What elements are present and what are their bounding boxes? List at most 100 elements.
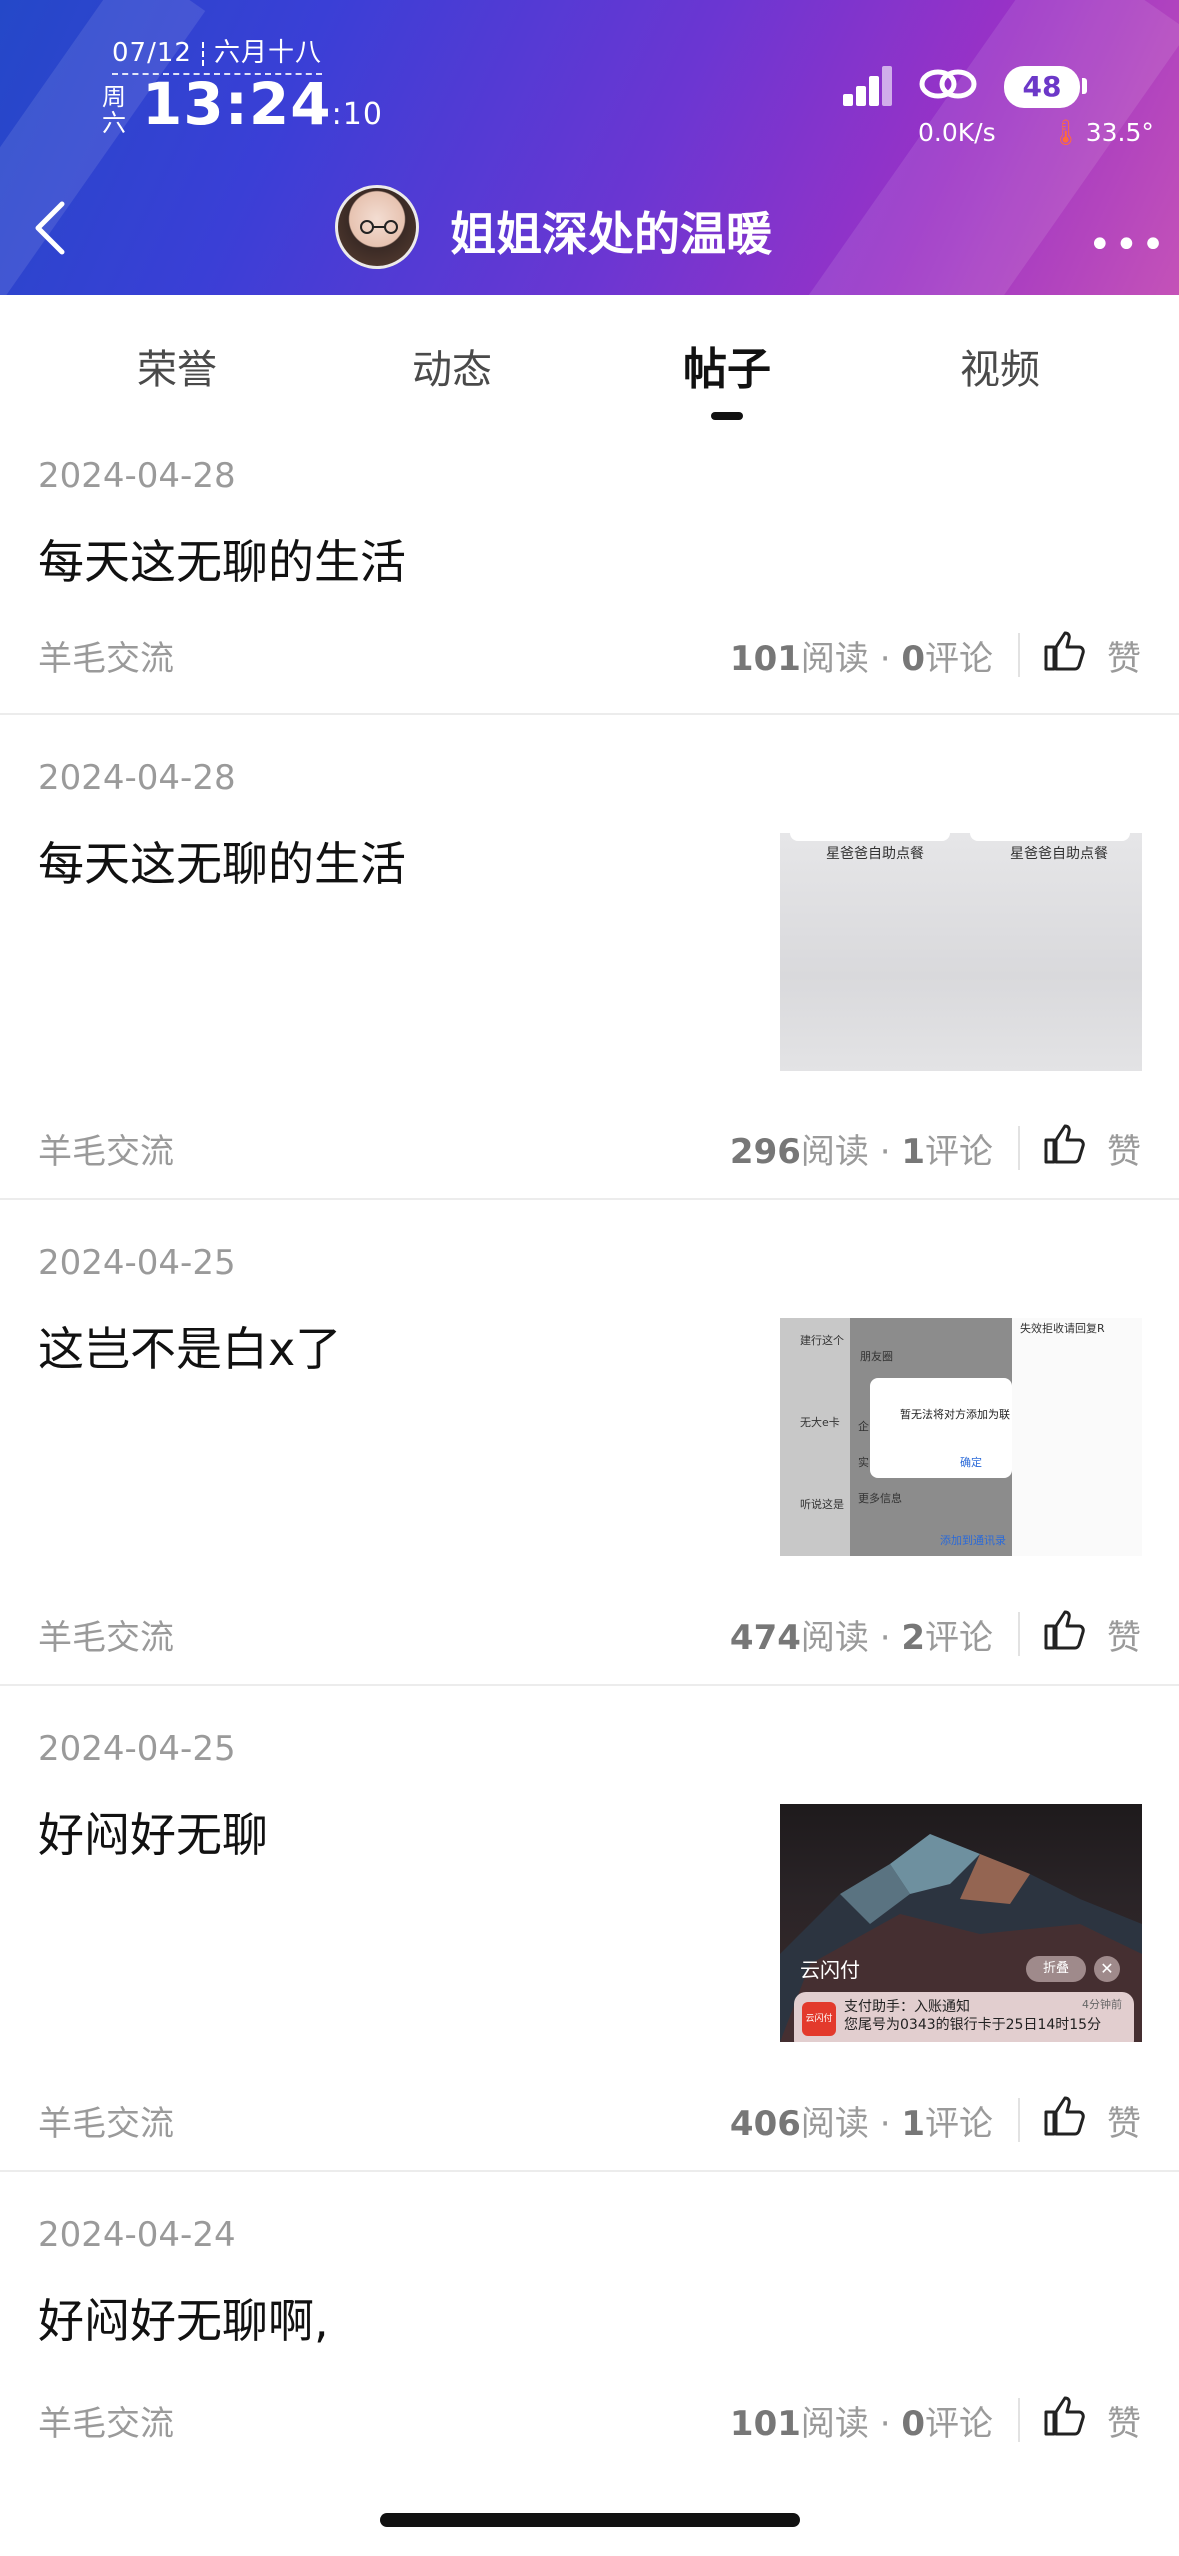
divider — [1018, 633, 1020, 677]
thumb-app-logo: 云闪付 — [802, 2002, 836, 2036]
comment-label: 评论 — [925, 2404, 993, 2444]
thermometer-icon: 🌡 — [1050, 118, 1082, 147]
thumb-card — [970, 833, 1130, 841]
like-button-label[interactable]: 赞 — [1107, 1124, 1141, 1173]
thumbs-up-icon[interactable] — [1042, 2094, 1086, 2138]
divider — [1018, 1612, 1020, 1656]
read-count: 406 — [729, 2104, 801, 2144]
post-title[interactable]: 好闷好无聊啊, — [38, 2285, 329, 2351]
divider — [1018, 1126, 1020, 1170]
post-date: 2024-04-25 — [38, 1729, 236, 1769]
hotspot-link-icon — [919, 69, 977, 99]
post-title[interactable]: 好闷好无聊 — [38, 1799, 268, 1865]
avatar[interactable] — [335, 185, 419, 269]
post-stats: 101阅读 · 0评论 — [730, 2396, 993, 2445]
thumb-notif-time: 4分钟前 — [1082, 1998, 1122, 2011]
clock-time: 13:24 — [142, 70, 332, 138]
comment-count: 2 — [901, 1618, 925, 1658]
status-date: 07/12 六月十八 — [112, 32, 322, 75]
thumbs-up-icon[interactable] — [1042, 629, 1086, 673]
like-button-label[interactable]: 赞 — [1107, 1610, 1141, 1659]
tab-videos[interactable]: 视频 — [960, 337, 1040, 395]
read-label: 阅读 · — [800, 2404, 902, 2444]
read-label: 阅读 · — [800, 1618, 902, 1658]
post-category[interactable]: 羊毛交流 — [38, 2096, 174, 2145]
thumb-fold-pill: 折叠 — [1026, 1956, 1086, 1982]
like-button-label[interactable]: 赞 — [1107, 631, 1141, 680]
post-thumbnail[interactable]: 星爸爸自助点餐 星爸爸自助点餐 — [780, 833, 1142, 1071]
thumb-notif-body: 您尾号为0343的银行卡于25日14时15分 — [844, 2017, 1102, 2033]
read-label: 阅读 · — [800, 639, 902, 679]
post-thumbnail[interactable]: 建行这个 朋友圈 无大e卡 企 实 更多信息 听说这是 添加到通讯录 暂无法将对… — [780, 1318, 1142, 1556]
post-footer: 羊毛交流 296阅读 · 1评论 赞 — [0, 1116, 1179, 1176]
post-item[interactable]: 2024-04-25 好闷好无聊 云闪付 折叠 ✕ 云闪付 支付助手：入账通知 … — [0, 1684, 1179, 2172]
comment-label: 评论 — [925, 2104, 993, 2144]
thumbs-up-icon[interactable] — [1042, 1122, 1086, 1166]
post-title[interactable]: 每天这无聊的生活 — [38, 828, 406, 894]
post-category[interactable]: 羊毛交流 — [38, 1124, 174, 1173]
post-stats: 296阅读 · 1评论 — [730, 1124, 993, 1173]
net-speed: 0.0K/s — [918, 118, 996, 147]
thumb-dialog-text: 暂无法将对方添加为联 — [900, 1408, 1010, 1421]
comment-count: 0 — [901, 2404, 925, 2444]
post-footer: 羊毛交流 406阅读 · 1评论 赞 — [0, 2088, 1179, 2148]
read-count: 474 — [729, 1618, 801, 1658]
date-text: 07/12 — [112, 38, 192, 68]
post-footer: 羊毛交流 101阅读 · 0评论 赞 — [0, 623, 1179, 683]
thumb-text: 更多信息 — [858, 1492, 902, 1505]
temperature-value: 33.5° — [1085, 118, 1154, 147]
like-button-label[interactable]: 赞 — [1107, 2096, 1141, 2145]
comment-label: 评论 — [925, 639, 993, 679]
thumb-text: 星爸爸自助点餐 — [826, 846, 924, 862]
tab-feed[interactable]: 动态 — [412, 337, 492, 395]
post-footer: 羊毛交流 101阅读 · 0评论 赞 — [0, 2388, 1179, 2448]
like-button-label[interactable]: 赞 — [1107, 2396, 1141, 2445]
read-label: 阅读 · — [800, 1132, 902, 1172]
thumb-panel — [780, 1318, 850, 1556]
weekday-text: 周六 — [102, 83, 126, 137]
post-stats: 474阅读 · 2评论 — [730, 1610, 993, 1659]
thumb-dialog-confirm: 确定 — [960, 1456, 982, 1469]
thumb-notification: 云闪付 支付助手：入账通知 您尾号为0343的银行卡于25日14时15分 4分钟… — [794, 1992, 1134, 2042]
comment-count: 0 — [901, 639, 925, 679]
post-category[interactable]: 羊毛交流 — [38, 2396, 174, 2445]
post-item[interactable]: 2024-04-28 每天这无聊的生活 星爸爸自助点餐 星爸爸自助点餐 羊毛交流… — [0, 713, 1179, 1200]
thumb-text: 朋友圈 — [860, 1350, 893, 1363]
thumb-text: 听说这是 — [800, 1498, 844, 1511]
post-item[interactable]: 2024-04-25 这岂不是白x了 建行这个 朋友圈 无大e卡 企 实 更多信… — [0, 1198, 1179, 1686]
thumb-close-icon: ✕ — [1094, 1956, 1120, 1982]
read-label: 阅读 · — [800, 2104, 902, 2144]
home-indicator[interactable] — [380, 2513, 800, 2527]
thumb-text: 星爸爸自助点餐 — [1010, 846, 1108, 862]
thumb-card — [790, 833, 950, 841]
post-item[interactable]: 2024-04-24 好闷好无聊啊, 羊毛交流 101阅读 · 0评论 赞 — [0, 2170, 1179, 2470]
divider — [1018, 2398, 1020, 2442]
post-footer: 羊毛交流 474阅读 · 2评论 赞 — [0, 1602, 1179, 1662]
read-count: 296 — [729, 1132, 801, 1172]
post-category[interactable]: 羊毛交流 — [38, 1610, 174, 1659]
more-options-icon[interactable]: ••• — [1088, 222, 1168, 268]
post-title[interactable]: 每天这无聊的生活 — [38, 526, 406, 592]
back-arrow-icon[interactable] — [30, 198, 70, 258]
comment-label: 评论 — [925, 1132, 993, 1172]
tab-posts[interactable]: 帖子 — [683, 333, 771, 397]
post-date: 2024-04-28 — [38, 758, 236, 798]
thumb-text: 无大e卡 — [800, 1416, 840, 1429]
post-date: 2024-04-25 — [38, 1243, 236, 1283]
post-title[interactable]: 这岂不是白x了 — [38, 1313, 341, 1379]
thumbs-up-icon[interactable] — [1042, 2394, 1086, 2438]
divider — [1018, 2098, 1020, 2142]
post-category[interactable]: 羊毛交流 — [38, 631, 174, 680]
post-date: 2024-04-28 — [38, 456, 236, 496]
thumb-dialog: 暂无法将对方添加为联 确定 — [870, 1378, 1012, 1478]
comment-count: 1 — [901, 1132, 925, 1172]
tab-honor[interactable]: 荣誉 — [137, 337, 217, 395]
thumbs-up-icon[interactable] — [1042, 1608, 1086, 1652]
active-tab-indicator — [711, 412, 743, 420]
post-item[interactable]: 2024-04-28 每天这无聊的生活 羊毛交流 101阅读 · 0评论 赞 — [0, 423, 1179, 715]
post-thumbnail[interactable]: 云闪付 折叠 ✕ 云闪付 支付助手：入账通知 您尾号为0343的银行卡于25日1… — [780, 1804, 1142, 2042]
read-count: 101 — [729, 639, 801, 679]
status-clock: 13:24:10 — [142, 70, 383, 138]
post-stats: 101阅读 · 0评论 — [730, 631, 993, 680]
thumb-text: 建行这个 — [800, 1334, 844, 1347]
